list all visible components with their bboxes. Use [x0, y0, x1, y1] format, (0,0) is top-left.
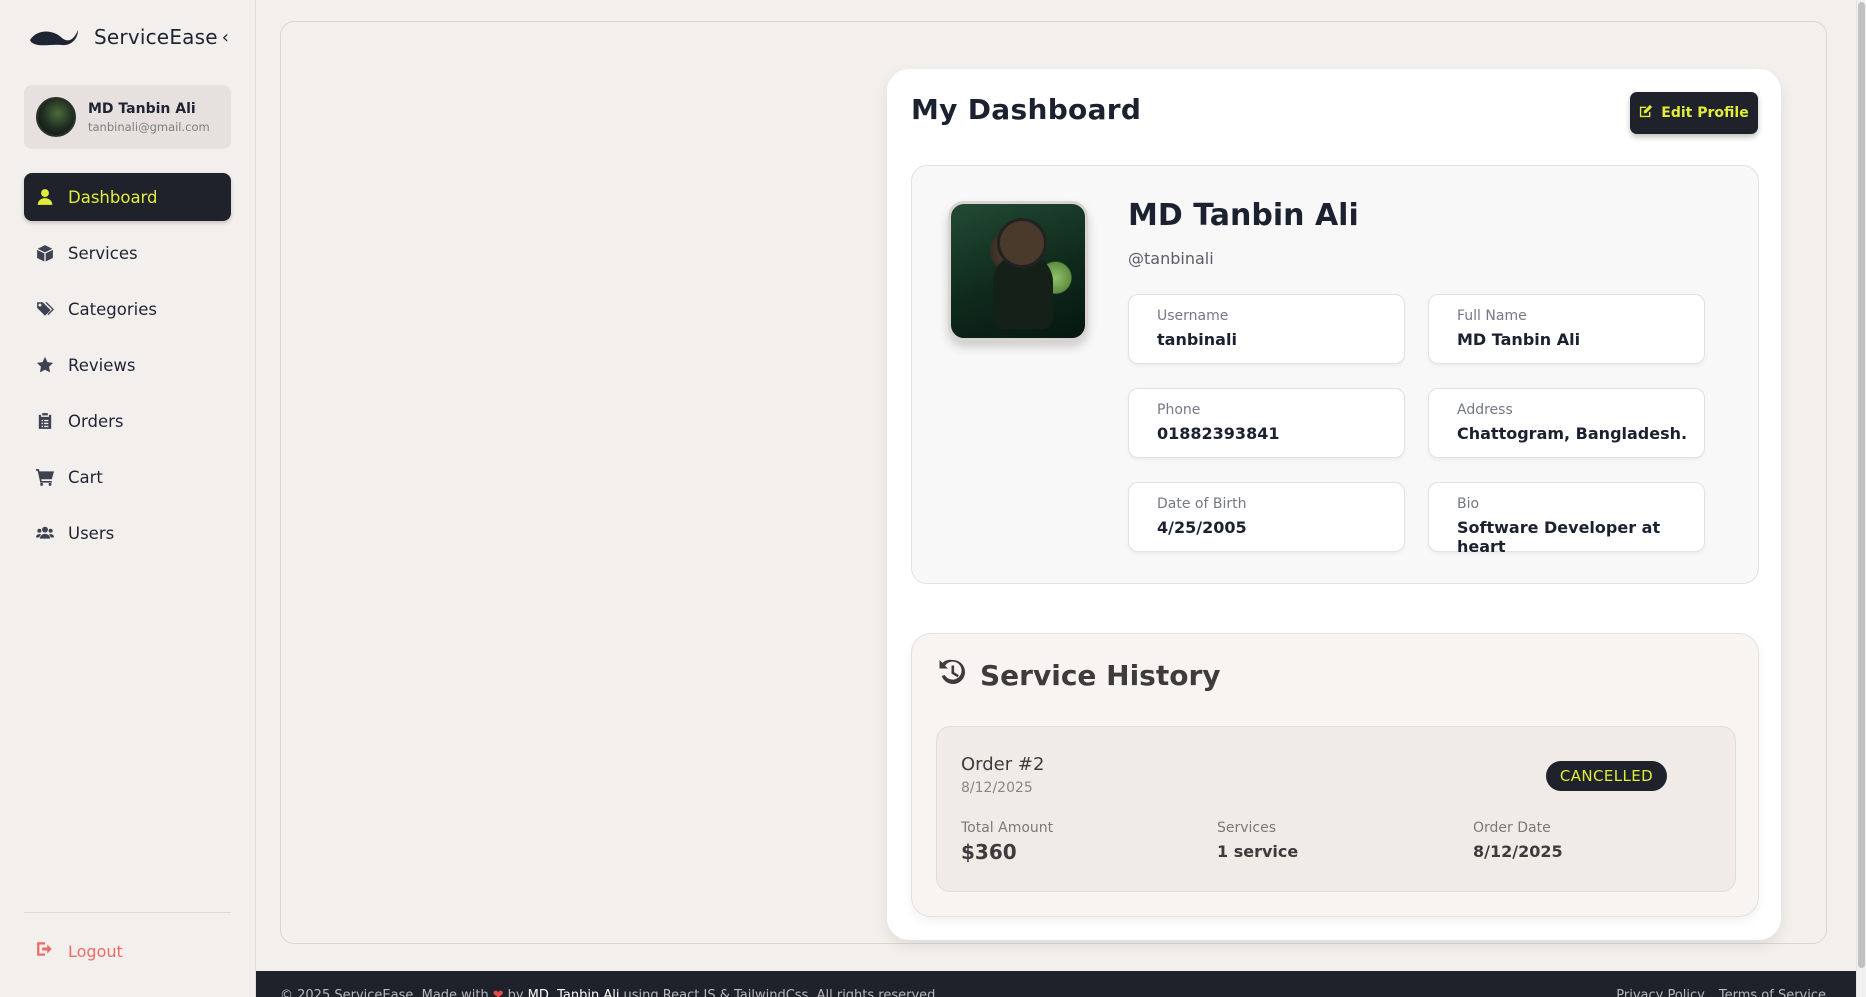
- profile-name: MD Tanbin Ali: [1128, 198, 1359, 233]
- avatar: [36, 97, 76, 137]
- terms-of-service-link[interactable]: Terms of Service: [1719, 988, 1826, 997]
- sidebar-item-dashboard[interactable]: Dashboard: [24, 173, 231, 221]
- username-field: Username tanbinali: [1128, 294, 1405, 364]
- field-label: Full Name: [1457, 308, 1527, 324]
- footer-prefix: © 2025 ServiceEase. Made with: [280, 988, 489, 997]
- profile-handle: @tanbinali: [1128, 249, 1214, 268]
- sidebar-item-label: Users: [68, 523, 115, 543]
- field-value: MD Tanbin Ali: [1457, 330, 1581, 349]
- user-card[interactable]: MD Tanbin Ali tanbinali@gmail.com: [24, 85, 231, 149]
- page-title: My Dashboard: [911, 93, 1142, 126]
- main-content: My Dashboard Edit Profile MD Tanbin Ali …: [280, 21, 1827, 944]
- order-services: Services 1 service: [1217, 820, 1298, 861]
- service-history-section: Service History Order #2 8/12/2025 CANCE…: [911, 633, 1759, 917]
- scrollbar[interactable]: [1856, 0, 1866, 997]
- order-date-column: Order Date 8/12/2025: [1473, 820, 1563, 861]
- logout-button[interactable]: Logout: [36, 940, 123, 962]
- edit-profile-button[interactable]: Edit Profile: [1630, 92, 1758, 134]
- sidebar-item-label: Cart: [68, 467, 103, 487]
- footer: © 2025 ServiceEase. Made with ❤ by MD. T…: [256, 971, 1866, 997]
- footer-author-link[interactable]: MD. Tanbin Ali: [528, 988, 620, 997]
- heart-icon: ❤: [492, 988, 504, 997]
- user-icon: [36, 188, 54, 206]
- footer-suffix: using React JS & TailwindCss. All rights…: [623, 988, 940, 997]
- order-total-value: $360: [961, 840, 1017, 864]
- phone-field: Phone 01882393841: [1128, 388, 1405, 458]
- profile-photo: [948, 201, 1088, 341]
- tags-icon: [36, 300, 54, 318]
- collapse-sidebar-icon[interactable]: ‹: [222, 27, 229, 48]
- field-label: Phone: [1157, 402, 1201, 418]
- profile-section: MD Tanbin Ali @tanbinali Username tanbin…: [911, 165, 1759, 584]
- privacy-policy-link[interactable]: Privacy Policy: [1616, 988, 1705, 997]
- sidebar-item-categories[interactable]: Categories: [24, 285, 231, 333]
- field-label: Date of Birth: [1157, 496, 1247, 512]
- dob-field: Date of Birth 4/25/2005: [1128, 482, 1405, 552]
- service-history-label: Service History: [980, 659, 1221, 692]
- brand-logo-icon: [28, 26, 80, 48]
- field-label: Username: [1157, 308, 1229, 324]
- sidebar-nav: Dashboard Services Categories Reviews Or…: [24, 173, 231, 565]
- bio-field: Bio Software Developer at heart: [1428, 482, 1705, 556]
- sidebar-item-services[interactable]: Services: [24, 229, 231, 277]
- field-label: Bio: [1457, 496, 1480, 512]
- full-name-field: Full Name MD Tanbin Ali: [1428, 294, 1705, 364]
- edit-profile-label: Edit Profile: [1661, 105, 1749, 121]
- user-name: MD Tanbin Ali: [88, 100, 196, 117]
- footer-links: Privacy Policy Terms of Service: [1616, 988, 1826, 997]
- order-total-label: Total Amount: [961, 820, 1054, 836]
- clipboard-icon: [36, 412, 54, 430]
- brand[interactable]: ServiceEase ‹: [28, 22, 229, 52]
- sidebar-item-reviews[interactable]: Reviews: [24, 341, 231, 389]
- edit-icon: [1639, 104, 1653, 122]
- sidebar-item-label: Orders: [68, 411, 124, 431]
- scrollbar-thumb[interactable]: [1858, 2, 1865, 968]
- sidebar: ServiceEase ‹ MD Tanbin Ali tanbinali@gm…: [0, 0, 256, 997]
- dashboard-card: My Dashboard Edit Profile MD Tanbin Ali …: [887, 69, 1781, 940]
- order-number: Order #2: [961, 754, 1045, 775]
- order-services-label: Services: [1217, 820, 1277, 836]
- history-icon: [936, 656, 968, 695]
- service-history-title: Service History: [936, 656, 1221, 695]
- cart-icon: [36, 468, 54, 486]
- order-card[interactable]: Order #2 8/12/2025 CANCELLED Total Amoun…: [936, 726, 1736, 892]
- star-icon: [36, 356, 54, 374]
- field-value: 4/25/2005: [1157, 518, 1247, 537]
- order-total: Total Amount $360: [961, 820, 1053, 864]
- field-value: tanbinali: [1157, 330, 1237, 349]
- order-date: 8/12/2025: [961, 780, 1033, 796]
- brand-name: ServiceEase: [94, 25, 218, 49]
- status-badge: CANCELLED: [1546, 761, 1667, 791]
- field-value: 01882393841: [1157, 424, 1280, 443]
- sidebar-divider: [24, 912, 231, 913]
- sidebar-item-orders[interactable]: Orders: [24, 397, 231, 445]
- footer-by: by: [507, 988, 524, 997]
- order-date-value: 8/12/2025: [1473, 842, 1563, 861]
- order-date-label: Order Date: [1473, 820, 1551, 836]
- sidebar-item-label: Services: [68, 243, 138, 263]
- user-email: tanbinali@gmail.com: [88, 119, 210, 134]
- sidebar-item-users[interactable]: Users: [24, 509, 231, 557]
- field-value: Chattogram, Bangladesh.: [1457, 424, 1688, 443]
- users-icon: [36, 524, 54, 542]
- order-services-value: 1 service: [1217, 842, 1299, 861]
- sidebar-item-label: Dashboard: [68, 187, 158, 207]
- sidebar-item-label: Categories: [68, 299, 157, 319]
- field-value: Software Developer at heart: [1457, 518, 1661, 556]
- box-icon: [36, 244, 54, 262]
- sidebar-item-label: Reviews: [68, 355, 136, 375]
- sidebar-item-cart[interactable]: Cart: [24, 453, 231, 501]
- logout-label: Logout: [68, 941, 123, 961]
- field-label: Address: [1457, 402, 1513, 418]
- logout-icon: [36, 940, 54, 962]
- address-field: Address Chattogram, Bangladesh.: [1428, 388, 1705, 458]
